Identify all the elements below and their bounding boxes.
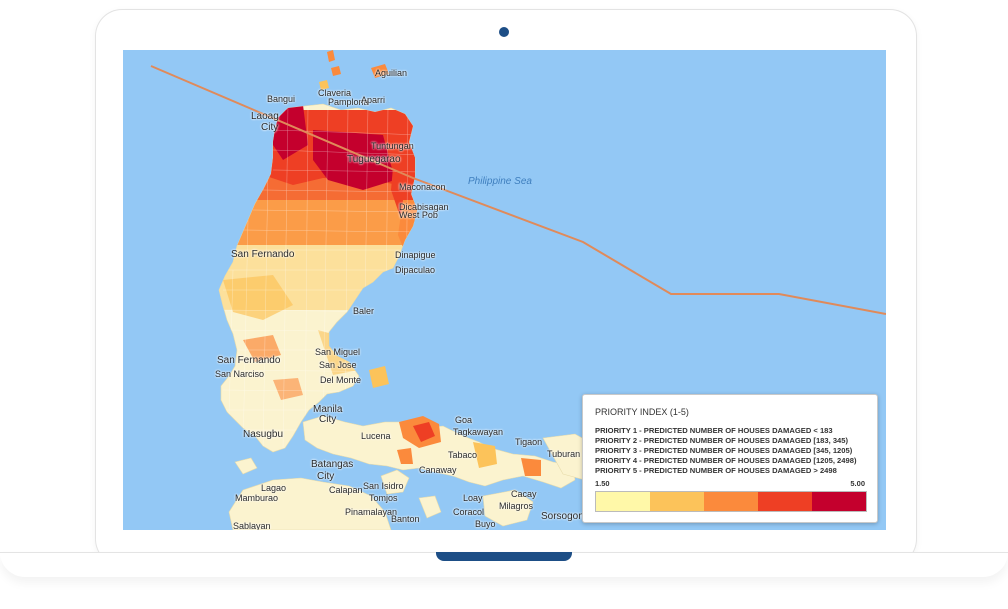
place-label-batangas-city: City [317,471,335,482]
legend-line-priority-4: PRIORITY 4 - PREDICTED NUMBER OF HOUSES … [595,456,857,465]
place-label-cacay: Cacay [511,489,537,499]
legend-scale-max: 5.00 [850,479,865,488]
place-label-lagao: Lagao [261,483,287,493]
legend-swatch-2 [650,492,704,511]
place-label-maconacon: Maconacon [399,182,446,192]
place-label-tuguegarao: Tuguegarao [347,154,401,165]
legend-swatch-1 [596,492,650,511]
place-label-batangas: Batangas [311,459,354,470]
place-label-san-narciso: San Narciso [215,369,265,379]
place-label-laoag: Laoag [251,111,279,122]
legend-line-priority-5: PRIORITY 5 - PREDICTED NUMBER OF HOUSES … [595,466,837,475]
place-label-tigaon: Tigaon [515,437,543,447]
place-label-san-jose: San Jose [319,360,357,370]
priority-legend: PRIORITY INDEX (1-5) PRIORITY 1 - PREDIC… [582,394,878,523]
place-label-mamburao: Mamburao [235,493,279,503]
place-label-lucena: Lucena [361,431,391,441]
place-label-tomjos: Tomjos [369,493,398,503]
place-label-canaway: Canaway [419,465,457,475]
place-label-san-fernando-2: San Fernando [217,355,281,366]
legend-lines: PRIORITY 1 - PREDICTED NUMBER OF HOUSES … [595,426,856,476]
place-label-banton: Banton [391,514,420,524]
place-label-bangui: Bangui [267,94,296,104]
place-label-san-isidro: San Isidro [363,481,404,491]
legend-line-priority-2: PRIORITY 2 - PREDICTED NUMBER OF HOUSES … [595,436,849,445]
place-label-buyo: Buyo [475,519,496,529]
legend-title: PRIORITY INDEX (1-5) [595,407,689,417]
place-label-nasugbu: Nasugbu [243,429,284,440]
place-label-dipaculao: Dipaculao [395,265,436,275]
legend-swatch-5 [812,492,866,511]
polillo-island [369,366,389,388]
batanes-island [327,50,335,62]
place-label-pinamalayan: Pinamalayan [345,507,398,517]
place-label-del-monte: Del Monte [320,375,362,385]
legend-swatch-4 [758,492,812,511]
place-label-san-fernando-1: San Fernando [231,249,295,260]
legend-line-priority-3: PRIORITY 3 - PREDICTED NUMBER OF HOUSES … [595,446,853,455]
legend-swatch-3 [704,492,758,511]
place-label-coracol: Coracol [453,507,485,517]
place-label-laoag-city: City [261,122,279,133]
place-label-loay: Loay [463,493,483,503]
romblon-land [418,495,442,519]
place-label-sablayan: Sablayan [233,521,271,531]
calayan-island [331,66,341,76]
legend-color-scale [595,491,867,512]
place-label-goa: Goa [455,415,473,425]
legend-scale-min: 1.50 [595,479,610,488]
place-label-aguilian: Aguilian [375,68,408,78]
place-label-calapan: Calapan [329,485,363,495]
legend-line-priority-1: PRIORITY 1 - PREDICTED NUMBER OF HOUSES … [595,426,833,435]
place-label-tuburan: Tuburan [547,449,581,459]
place-label-manila-city: City [319,414,337,425]
place-label-sorsogon: Sorsogon [541,511,584,522]
place-label-tagkawayan: Tagkawayan [453,427,504,437]
place-label-dinapigue: Dinapigue [395,250,436,260]
place-label-milagros: Milagros [499,501,534,511]
sea-label-philippine-sea: Philippine Sea [468,176,532,187]
place-label-aparri: Aparri [361,95,386,105]
place-label-baler: Baler [353,306,375,316]
lubang-land [234,457,258,475]
place-label-san-miguel: San Miguel [315,347,361,357]
place-label-tuntungan: Tuntungan [371,141,414,151]
camera-dot [499,27,509,37]
place-label-tabaco: Tabaco [448,450,478,460]
device-notch [436,552,572,561]
place-label-west-pob: West Pob [399,210,438,220]
